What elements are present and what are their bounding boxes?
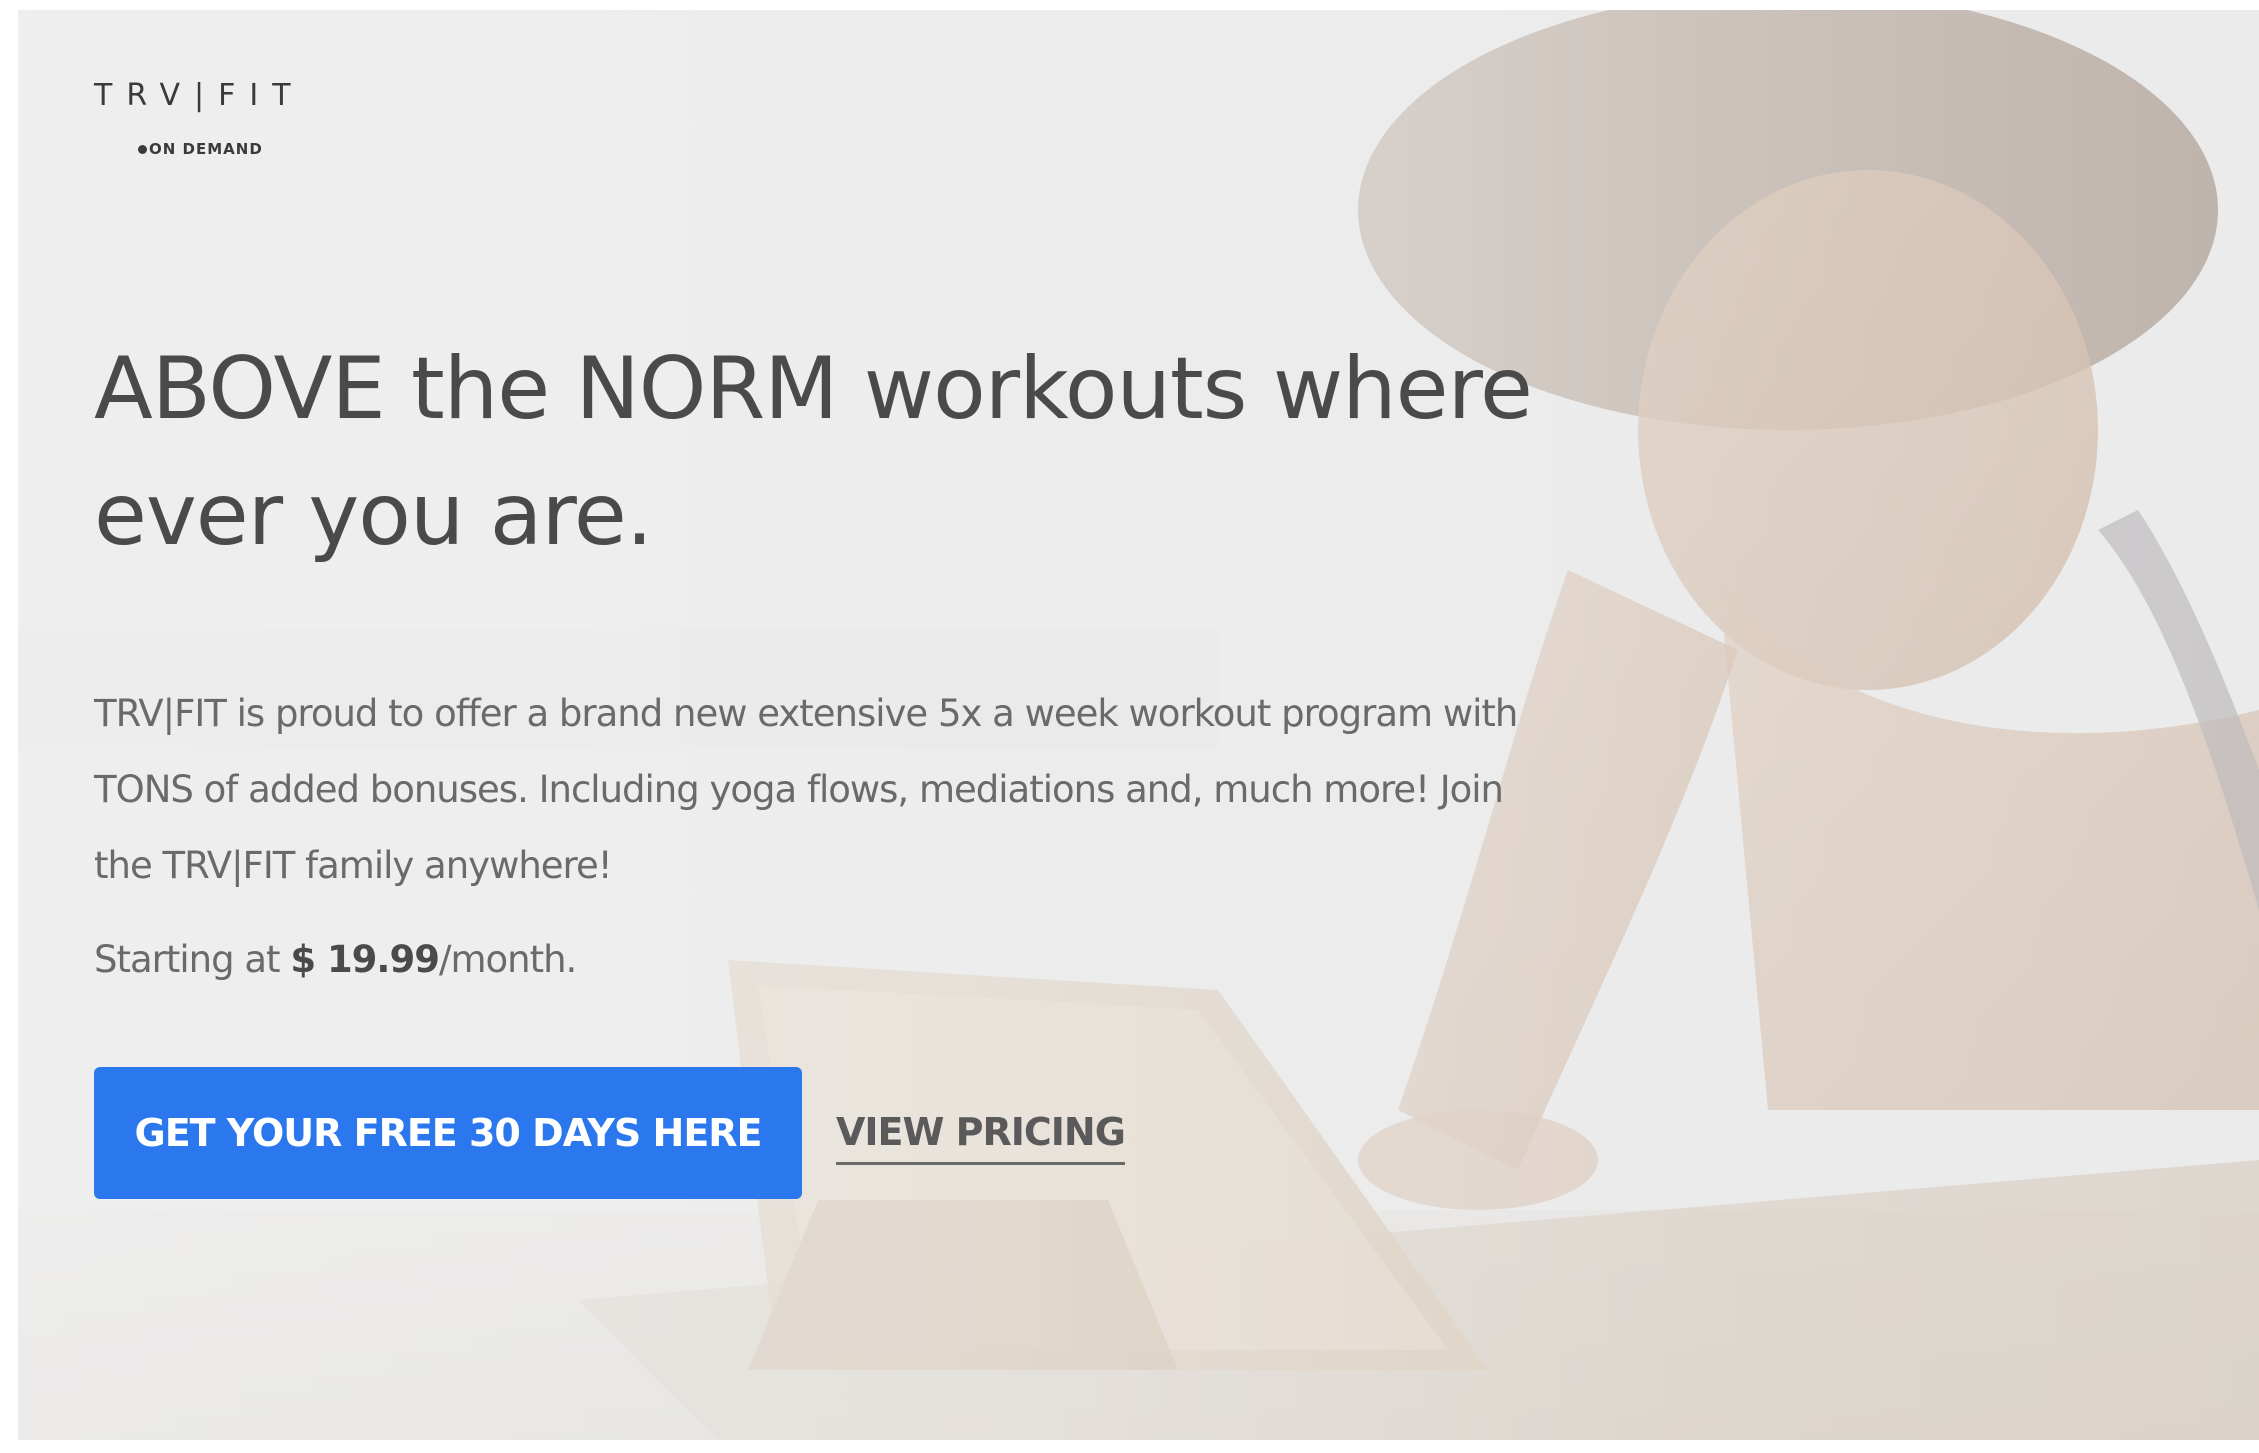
logo-tagline: ON DEMAND xyxy=(138,140,263,158)
hero-headline: ABOVE the NORM workouts where ever you a… xyxy=(94,326,1654,578)
headline-line-1: ABOVE the NORM workouts where xyxy=(94,339,1533,439)
free-trial-button[interactable]: GET YOUR FREE 30 DAYS HERE xyxy=(94,1067,802,1199)
description-line-3: the TRV|FIT family anywhere! xyxy=(94,844,613,887)
price-prefix: Starting at xyxy=(94,938,291,981)
price-amount: $ 19.99 xyxy=(290,938,440,981)
logo-dot-icon xyxy=(138,145,147,154)
brand-logo[interactable]: TRV|FIT ON DEMAND xyxy=(94,70,324,170)
hero-description: TRV|FIT is proud to offer a brand new ex… xyxy=(94,676,1694,904)
description-line-1: TRV|FIT is proud to offer a brand new ex… xyxy=(94,692,1518,735)
view-pricing-link[interactable]: VIEW PRICING xyxy=(836,1110,1126,1165)
headline-line-2: ever you are. xyxy=(94,465,653,565)
description-line-2: TONS of added bonuses. Including yoga fl… xyxy=(94,768,1504,811)
logo-wordmark: TRV|FIT xyxy=(94,78,305,113)
logo-tagline-text: ON DEMAND xyxy=(149,140,263,158)
hero-section: TRV|FIT ON DEMAND ABOVE the NORM workout… xyxy=(18,10,2259,1440)
pricing-text: Starting at $ 19.99/month. xyxy=(94,935,577,985)
price-suffix: /month. xyxy=(438,938,577,981)
